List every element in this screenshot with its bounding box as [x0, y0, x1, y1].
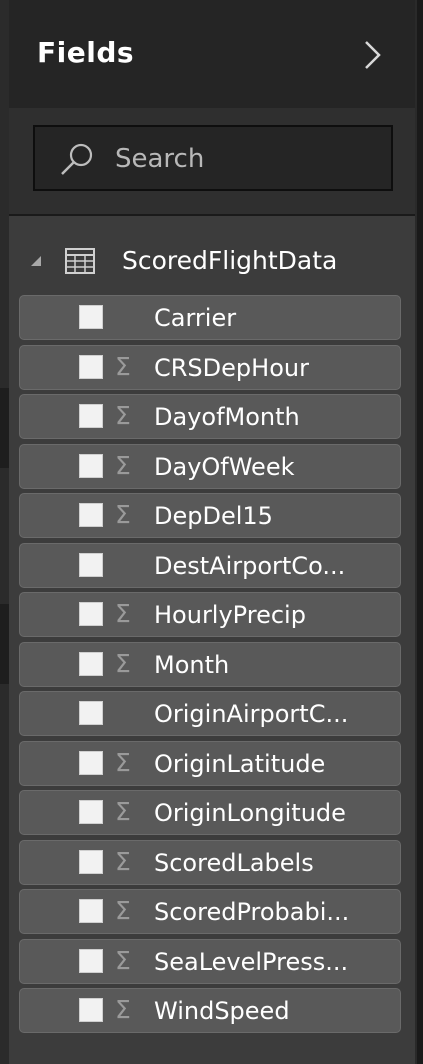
sigma-icon: Σ: [115, 995, 131, 1024]
field-checkbox[interactable]: [79, 998, 103, 1022]
field-name: CRSDepHour: [154, 353, 309, 382]
field-checkbox[interactable]: [79, 750, 103, 775]
field-name: OriginLongitude: [154, 799, 346, 827]
field-item[interactable]: Σ SeaLevelPress...: [19, 938, 401, 984]
field-item[interactable]: Σ CRSDepHour: [19, 344, 401, 390]
field-name: DestAirportCo...: [154, 551, 346, 580]
table-icon: [65, 248, 95, 274]
sigma-icon: Σ: [115, 450, 131, 480]
field-checkbox[interactable]: [79, 899, 103, 923]
field-name: Month: [154, 650, 230, 679]
field-item[interactable]: OriginAirportC...: [19, 691, 401, 736]
search-icon: [61, 143, 93, 175]
field-item[interactable]: Σ DayOfWeek: [19, 443, 401, 489]
sigma-icon: Σ: [115, 896, 131, 925]
field-item[interactable]: Carrier: [19, 295, 401, 340]
field-name: WindSpeed: [154, 997, 290, 1025]
field-name: DayofMonth: [154, 403, 300, 431]
field-checkbox[interactable]: [79, 305, 103, 329]
table-name: ScoredFlightData: [122, 246, 338, 275]
sigma-icon: Σ: [115, 599, 131, 628]
field-item[interactable]: Σ OriginLongitude: [19, 790, 401, 835]
field-checkbox[interactable]: [79, 552, 103, 577]
search-area: [9, 108, 415, 216]
scrollbar-track[interactable]: [417, 0, 423, 1064]
sigma-icon: Σ: [115, 648, 131, 678]
field-name: ScoredProbabi...: [154, 898, 350, 926]
field-checkbox[interactable]: [79, 701, 103, 725]
field-item[interactable]: Σ OriginLatitude: [19, 740, 401, 786]
field-name: DayOfWeek: [154, 452, 295, 481]
field-name: SeaLevelPress...: [154, 947, 349, 976]
field-item[interactable]: Σ DepDel15: [19, 493, 401, 538]
field-name: Carrier: [154, 304, 237, 332]
field-checkbox[interactable]: [79, 651, 103, 676]
field-name: OriginAirportC...: [154, 700, 349, 728]
field-checkbox[interactable]: [79, 404, 103, 428]
field-item[interactable]: DestAirportCo...: [19, 542, 401, 588]
collapse-triangle-icon[interactable]: [29, 254, 43, 268]
field-name: DepDel15: [154, 502, 273, 530]
field-item[interactable]: Σ WindSpeed: [19, 988, 401, 1033]
field-item[interactable]: Σ ScoredLabels: [19, 839, 401, 885]
fields-header: Fields: [9, 0, 415, 108]
field-checkbox[interactable]: [79, 453, 103, 478]
fields-panel: Fields Search ScoredFlightData Carrier Σ…: [9, 0, 415, 1064]
field-list: Carrier Σ CRSDepHour Σ DayofMonth Σ DayO…: [19, 295, 401, 1038]
field-checkbox[interactable]: [79, 948, 103, 973]
field-name: HourlyPrecip: [154, 601, 306, 629]
field-checkbox[interactable]: [79, 354, 103, 379]
left-edge-tab: [0, 388, 9, 468]
field-item[interactable]: Σ DayofMonth: [19, 394, 401, 439]
sigma-icon: Σ: [115, 846, 131, 876]
sigma-icon: Σ: [115, 797, 131, 826]
field-name: OriginLatitude: [154, 749, 326, 778]
sigma-icon: Σ: [115, 500, 131, 529]
left-edge-tab: [0, 604, 9, 684]
pane-title: Fields: [37, 36, 135, 69]
right-scrollbar[interactable]: [415, 0, 423, 1064]
field-item[interactable]: Σ ScoredProbabi...: [19, 889, 401, 934]
sigma-icon: Σ: [115, 945, 131, 975]
left-edge-strip: [0, 0, 9, 1064]
search-box[interactable]: [33, 125, 393, 191]
field-checkbox[interactable]: [79, 800, 103, 824]
field-checkbox[interactable]: [79, 849, 103, 874]
field-item[interactable]: Σ Month: [19, 641, 401, 687]
sigma-icon: Σ: [115, 747, 131, 777]
field-name: ScoredLabels: [154, 848, 314, 877]
field-checkbox[interactable]: [79, 503, 103, 527]
search-input[interactable]: [115, 141, 375, 177]
fields-pane-window: Fields Search ScoredFlightData Carrier Σ…: [0, 0, 423, 1064]
field-item[interactable]: Σ HourlyPrecip: [19, 592, 401, 637]
table-header-row[interactable]: ScoredFlightData: [9, 236, 415, 288]
field-checkbox[interactable]: [79, 602, 103, 626]
sigma-icon: Σ: [115, 351, 131, 381]
sigma-icon: Σ: [115, 401, 131, 430]
chevron-right-icon[interactable]: [357, 38, 387, 72]
